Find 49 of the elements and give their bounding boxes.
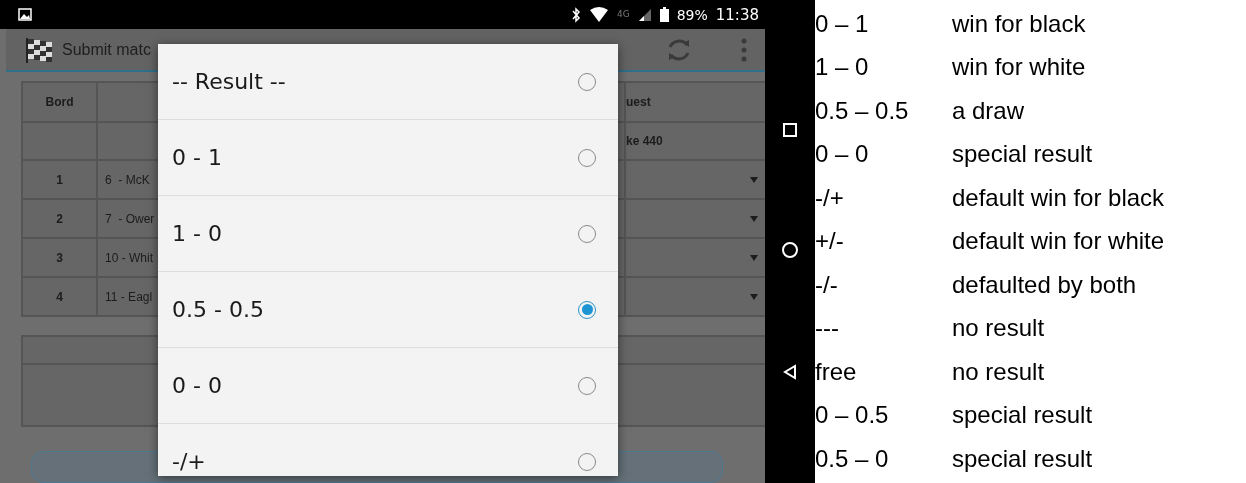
team-name: ke 440 — [625, 122, 765, 160]
result-code: -/- — [815, 270, 839, 299]
result-code: +/- — [815, 227, 845, 256]
result-meaning: default win for black — [952, 183, 1165, 212]
result-meaning: a draw — [952, 96, 1025, 125]
clock: 11:38 — [715, 5, 759, 24]
battery-level: 89% — [676, 6, 708, 23]
result-meaning: special result — [952, 401, 1093, 430]
column-header: Bord — [22, 82, 97, 122]
result-code: -/+ — [815, 183, 845, 212]
board-number: 3 — [22, 238, 97, 277]
result-meaning: no result — [952, 314, 1045, 343]
result-code: 0.5 – 0.5 — [815, 96, 910, 125]
result-code: --- — [815, 314, 840, 343]
board-number: 4 — [22, 277, 97, 316]
network-type: 4G — [616, 9, 630, 19]
bluetooth-icon — [570, 6, 581, 23]
result-meaning: no result — [952, 357, 1045, 386]
signal-icon — [637, 7, 652, 22]
result-option[interactable]: 0 - 1 — [158, 120, 618, 196]
result-option[interactable]: -- Result -- — [158, 44, 618, 120]
board-number: 1 — [22, 160, 97, 199]
image-icon — [18, 8, 32, 22]
result-meaning: win for white — [952, 53, 1086, 82]
recents-icon — [783, 122, 797, 137]
app-title: Submit matc — [62, 40, 151, 59]
board-number: 2 — [22, 199, 97, 238]
chessboard-flag-icon — [24, 35, 54, 64]
result-code: free — [815, 357, 858, 386]
result-option[interactable]: 1 - 0 — [158, 196, 618, 272]
result-option[interactable]: -/+ — [158, 424, 618, 476]
result-code: 0.5 – 0 — [815, 444, 890, 473]
battery-icon — [659, 7, 669, 23]
wifi-icon — [588, 6, 609, 23]
back-icon — [783, 364, 797, 381]
result-code: 0 – 0.5 — [815, 401, 890, 430]
result-option[interactable]: 0 - 0 — [158, 348, 618, 424]
result-option[interactable]: 0.5 - 0.5 — [158, 272, 618, 348]
result-code: 1 – 0 — [815, 53, 870, 82]
result-meaning: defaulted by both — [952, 270, 1137, 299]
result-code: 0 – 0 — [815, 140, 870, 169]
result-meaning: win for black — [952, 9, 1086, 38]
column-header: uest — [625, 82, 765, 122]
result-code: 0 – 1 — [815, 9, 870, 38]
result-meaning: special result — [952, 140, 1093, 169]
result-meaning: special result — [952, 444, 1093, 473]
menu-icon — [741, 37, 747, 62]
home-icon — [782, 242, 798, 259]
result-meaning: default win for white — [952, 227, 1165, 256]
